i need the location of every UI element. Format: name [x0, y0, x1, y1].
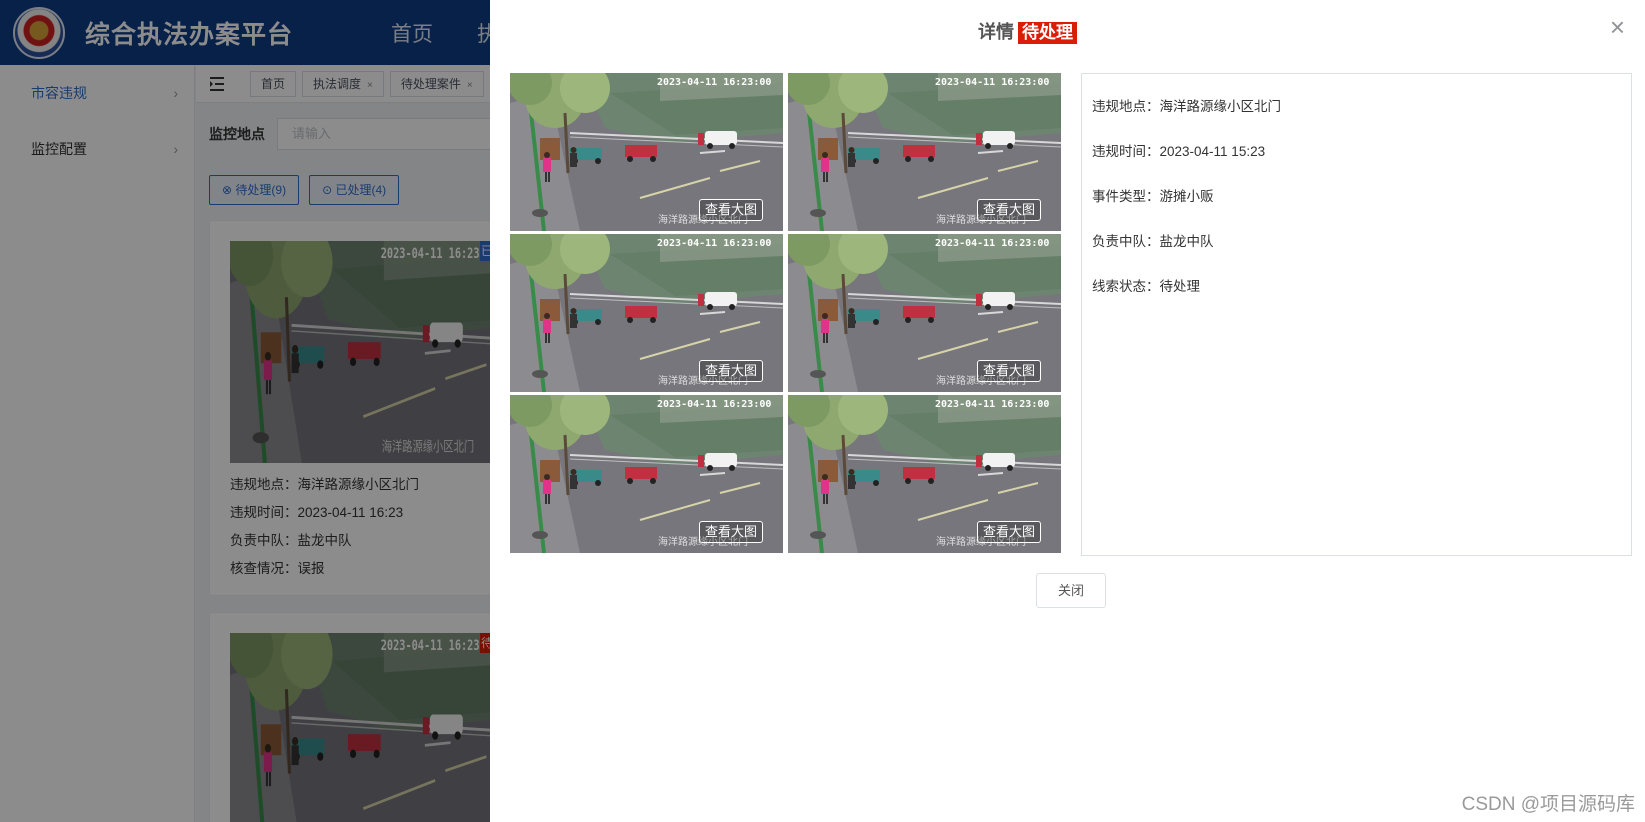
evidence-image[interactable]: 查看大图: [510, 234, 783, 392]
detail-value: 2023-04-11 15:23: [1159, 144, 1266, 159]
evidence-image[interactable]: 查看大图: [788, 73, 1061, 231]
detail-label: 违规地点：: [1092, 99, 1160, 114]
view-large-button[interactable]: 查看大图: [699, 360, 763, 382]
detail-info-panel: 违规地点：海洋路源缘小区北门 违规时间：2023-04-11 15:23 事件类…: [1081, 73, 1632, 556]
detail-value: 盐龙中队: [1159, 234, 1214, 249]
view-large-button[interactable]: 查看大图: [699, 521, 763, 543]
detail-row-event-type: 事件类型：游摊小贩: [1092, 186, 1621, 231]
drawer-title: 详情 待处理: [490, 18, 1565, 44]
detail-row-status: 线索状态：待处理: [1092, 276, 1621, 321]
evidence-image-grid: 查看大图 查看大图 查看大图 查看大图 查看大图 查看大图: [510, 73, 1061, 553]
detail-value: 游摊小贩: [1159, 189, 1214, 204]
watermark-text: CSDN @项目源码库: [1461, 794, 1635, 815]
detail-value: 待处理: [1159, 279, 1201, 294]
detail-label: 违规时间：: [1092, 144, 1160, 159]
close-icon[interactable]: ×: [1610, 14, 1625, 40]
drawer-title-text: 详情: [978, 22, 1014, 42]
detail-label: 事件类型：: [1092, 189, 1160, 204]
evidence-image[interactable]: 查看大图: [510, 73, 783, 231]
evidence-image[interactable]: 查看大图: [788, 234, 1061, 392]
detail-row-location: 违规地点：海洋路源缘小区北门: [1092, 96, 1621, 141]
close-button[interactable]: 关闭: [1036, 573, 1106, 608]
detail-row-squad: 负责中队：盐龙中队: [1092, 231, 1621, 276]
view-large-button[interactable]: 查看大图: [699, 199, 763, 221]
detail-drawer: 详情 待处理 × 查看大图 查看大图 查看大图 查看大图 查看大图 查看大图 违规…: [490, 0, 1645, 822]
detail-value: 海洋路源缘小区北门: [1159, 99, 1282, 114]
evidence-image[interactable]: 查看大图: [788, 395, 1061, 553]
detail-row-time: 违规时间：2023-04-11 15:23: [1092, 141, 1621, 186]
status-badge: 待处理: [1018, 22, 1077, 44]
view-large-button[interactable]: 查看大图: [977, 199, 1041, 221]
evidence-image[interactable]: 查看大图: [510, 395, 783, 553]
detail-label: 线索状态：: [1092, 279, 1160, 294]
view-large-button[interactable]: 查看大图: [977, 521, 1041, 543]
detail-label: 负责中队：: [1092, 234, 1160, 249]
view-large-button[interactable]: 查看大图: [977, 360, 1041, 382]
